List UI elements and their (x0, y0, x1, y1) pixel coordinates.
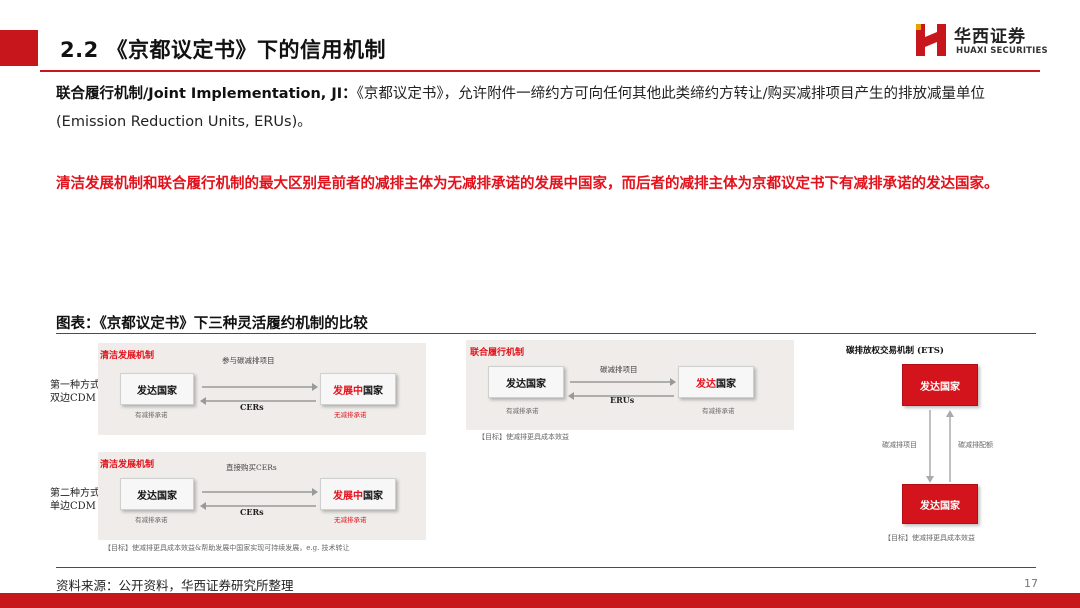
ets-top-developed-country-box: 发达国家 (902, 364, 978, 406)
cdm2-top-arrow-label: 直接购买CERs (226, 463, 277, 472)
ji-right-box-part-a: 发达 (696, 378, 716, 390)
huaxi-logo-icon (916, 24, 946, 56)
ji-bottom-arrow-label: ERUs (610, 395, 635, 405)
ets-arrows (926, 410, 954, 483)
ji-left-sub: 有减排承诺 (506, 407, 539, 415)
cdm2-right-box-part-c: 国家 (363, 490, 383, 502)
logo-english-name: HUAXI SECURITIES (956, 46, 1048, 56)
ji-developed-country-box-right: 发达 国家 (678, 366, 754, 398)
cdm1-panel-title: 清洁发展机制 (100, 351, 155, 361)
ji-goal: 【目标】使减排更具成本效益 (478, 433, 569, 441)
ets-panel-title: 碳排放权交易机制 (ETS) (846, 346, 944, 356)
title-accent-bar (0, 30, 38, 66)
ji-developed-country-box-left: 发达国家 (488, 366, 564, 398)
cdm1-top-arrow-label: 参与碳减排项目 (222, 356, 275, 365)
source-note: 资料来源：公开资料，华西证券研究所整理 (56, 578, 294, 593)
ji-term: 联合履行机制/Joint Implementation, JI： (56, 86, 357, 102)
cdm1-developed-country-box: 发达国家 (120, 373, 194, 405)
ji-top-arrow-label: 碳减排项目 (600, 365, 638, 374)
cdm2-right-sub: 无减排承诺 (334, 516, 367, 524)
bottom-brand-bar (0, 593, 1080, 608)
cdm1-bottom-arrow-label: CERs (240, 402, 264, 412)
cdm2-panel-title: 清洁发展机制 (100, 460, 155, 470)
ji-definition-paragraph: 联合履行机制/Joint Implementation, JI：《京都议定书》，… (56, 80, 1036, 136)
cdm2-developed-country-box: 发达国家 (120, 478, 194, 510)
ji-panel-title: 联合履行机制 (470, 348, 525, 358)
cdm1-right-box-part-c: 国家 (363, 385, 383, 397)
cdm1-panel: 清洁发展机制 参与碳减排项目 发达国家 有减排承诺 发展中国家 无减排承诺 CE… (98, 343, 426, 435)
cdm2-goal: 【目标】使减排更具成本效益&帮助发展中国家实现可持续发展，e.g. 技术转让 (104, 544, 350, 552)
ets-left-arrow-label: 碳减排项目 (882, 441, 917, 449)
cdm2-bottom-arrow-label: CERs (240, 507, 264, 517)
cdm1-developing-country-box: 发展中国家 (320, 373, 396, 405)
ets-right-arrow-label: 碳减排配额 (958, 441, 993, 449)
company-logo: 华西证券 HUAXI SECURITIES (916, 22, 1056, 62)
cdm2-panel: 清洁发展机制 直接购买CERs 发达国家 有减排承诺 发展中国家 无减排承诺 C… (98, 452, 426, 540)
cdm1-left-sub: 有减排承诺 (135, 411, 168, 419)
header-divider (40, 70, 1040, 72)
figure-title: 图表：《京都议定书》下三种灵活履约机制的比较 (56, 316, 368, 332)
logo-chinese-name: 华西证券 (954, 27, 1026, 47)
cdm1-right-sub: 无减排承诺 (334, 411, 367, 419)
figure-title-divider (56, 333, 1036, 334)
ets-bottom-developed-country-box: 发达国家 (902, 484, 978, 524)
footer-divider (56, 567, 1036, 568)
cdm2-left-sub: 有减排承诺 (135, 516, 168, 524)
ji-right-sub: 有减排承诺 (702, 407, 735, 415)
ets-goal: 【目标】使减排更具成本效益 (884, 534, 975, 542)
page-title: 2.2 《京都议定书》下的信用机制 (60, 38, 387, 62)
cdm-ji-difference-paragraph: 清洁发展机制和联合履行机制的最大区别是前者的减排主体为无减排承诺的发展中国家，而… (56, 176, 999, 192)
ji-panel: 联合履行机制 碳减排项目 发达国家 有减排承诺 发达 国家 有减排承诺 ERUs (466, 340, 794, 430)
ji-right-box-part-b: 国家 (716, 378, 736, 390)
cdm2-developing-country-box: 发展中国家 (320, 478, 396, 510)
cdm2-right-box-part-a: 发展 (333, 490, 353, 502)
cdm2-right-box-part-b: 中 (353, 490, 363, 502)
page-number: 17 (1024, 577, 1038, 590)
cdm1-right-box-part-a: 发展 (333, 385, 353, 397)
cdm1-right-box-part-b: 中 (353, 385, 363, 397)
